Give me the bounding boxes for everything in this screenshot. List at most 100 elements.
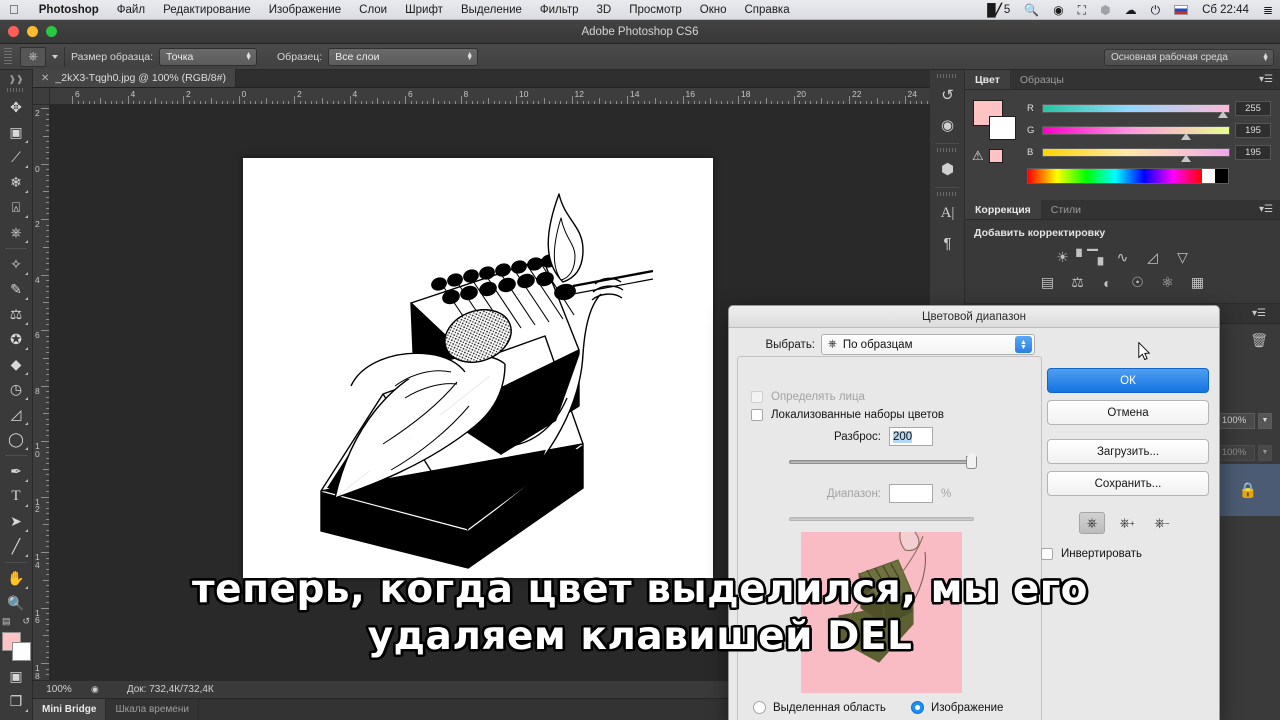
eyedropper-add-icon[interactable]: ⎈+ [1114,512,1140,534]
workspace-selector[interactable]: Основная рабочая среда ▲▼ [1104,49,1274,66]
out-of-gamut-warning-icon[interactable]: ⚠ [972,148,1003,164]
russian-flag-icon[interactable] [1167,5,1195,15]
menu-type[interactable]: Шрифт [396,4,452,16]
panel-menu-icon[interactable]: ▾☰ [1252,70,1280,89]
siri-icon[interactable]: ◉ [1046,4,1070,16]
screen-mode-icon[interactable]: ❐ [3,689,30,714]
clone-stamp-tool[interactable]: ⚖ [3,302,30,327]
load-button-inner[interactable]: Загрузить... [1047,439,1209,464]
apple-icon[interactable]:  [0,3,30,16]
document-tab[interactable]: ✕ _2kX3-Tqgh0.jpg @ 100% (RGB/8#) [33,69,236,87]
eyedropper-subtract-icon[interactable]: ⎈− [1149,512,1175,534]
channel-slider-knob[interactable] [1181,133,1191,140]
notification-center-icon[interactable]: ≣ [1256,4,1280,16]
radio-selection-row[interactable]: Выделенная область [753,701,886,714]
dodge-tool[interactable]: ◯ [3,427,30,452]
eyedropper-tool[interactable]: ⎈ [3,220,30,245]
save-button-inner[interactable]: Сохранить... [1047,471,1209,496]
airplay-icon[interactable]: ⛶ [1071,4,1093,16]
pen-tool[interactable]: ✒ [3,459,30,484]
toolbar-grip[interactable] [7,88,25,92]
chevron-updown-icon[interactable]: ▲▼ [1015,336,1032,353]
swap-colors-icon[interactable]: ↺ [22,616,30,627]
channel-slider-knob[interactable] [1218,111,1228,118]
color-swatches[interactable] [2,632,30,660]
menu-bar-clock[interactable]: Сб 22:44 [1195,4,1256,16]
zoom-level[interactable]: 100% [33,684,85,695]
localized-color-clusters-row[interactable]: Локализованные наборы цветов [751,409,944,421]
minimize-window-button[interactable] [27,26,38,37]
sample-select[interactable]: Все слои ▲▼ [328,48,478,66]
eyedropper-sample-icon[interactable]: ⎈ [1079,512,1105,534]
color-lookup-icon[interactable]: ▦ [1187,273,1208,292]
chevron-left-icon[interactable]: ◉ [85,684,105,695]
menu-select[interactable]: Выделение [452,4,531,16]
channel-value-g[interactable]: 195 [1235,123,1271,138]
default-colors-icon[interactable]: ▤ [2,616,11,627]
panel-menu-icon[interactable]: ▾☰ [1245,308,1273,319]
localized-color-clusters-checkbox[interactable] [751,409,763,421]
black-swatch[interactable] [1215,169,1228,183]
tab-swatches[interactable]: Образцы [1010,70,1074,89]
eraser-tool[interactable]: ◆ [3,352,30,377]
menu-edit[interactable]: Редактирование [154,4,260,16]
close-icon[interactable]: ✕ [41,73,49,84]
dock-grip[interactable] [937,74,957,78]
brightness-contrast-icon[interactable]: ☀ [1052,248,1073,267]
options-bar-grip[interactable] [4,48,12,66]
select-dropdown[interactable]: ⎈ По образцам ▲▼ [821,334,1035,355]
color-balance-icon[interactable]: ⚖ [1067,273,1088,292]
dock-grip[interactable] [937,192,957,196]
menu-image[interactable]: Изображение [260,4,350,16]
save-button[interactable]: Сохранить... [1047,471,1209,496]
quick-mask-icon[interactable]: ▣ [3,664,30,689]
3d-panel-icon[interactable]: ⬢ [930,154,965,184]
move-tool[interactable]: ✥ [3,95,30,120]
color-range-dialog[interactable]: Цветовой диапазон Выбрать: ⎈ По образцам… [728,305,1220,720]
fuzziness-input[interactable]: 200 [889,427,933,446]
channel-mixer-icon[interactable]: ⚛ [1157,273,1178,292]
ok-button-inner[interactable]: ОК [1047,368,1209,393]
vertical-ruler[interactable]: 2024681 01 21 41 61 8 [33,105,50,680]
menu-3d[interactable]: 3D [588,4,621,16]
dock-grip[interactable] [937,148,957,152]
zoom-tool[interactable]: 🔍 [3,591,30,616]
eyedropper-icon[interactable]: ⎈ [20,47,46,67]
healing-brush-tool[interactable]: ✧ [3,252,30,277]
photo-filter-icon[interactable]: ☉ [1127,273,1148,292]
sample-size-select[interactable]: Точка ▲▼ [159,48,257,66]
menu-app-name[interactable]: Photoshop [30,4,108,16]
channel-slider-g[interactable] [1042,126,1230,135]
channel-value-b[interactable]: 195 [1235,145,1271,160]
tool-preset-chevron-down-icon[interactable] [52,55,58,59]
brush-tool[interactable]: ✎ [3,277,30,302]
background-color-swatch[interactable] [12,642,31,661]
artboard[interactable] [243,158,713,578]
background-color-swatch[interactable] [989,116,1016,140]
hand-tool[interactable]: ✋ [3,566,30,591]
quick-selection-tool[interactable]: ❄ [3,170,30,195]
photoshop-menu-extra[interactable]: █╱ 5 [980,3,1017,17]
invert-checkbox[interactable] [1041,548,1053,560]
character-panel-icon[interactable]: A| [930,198,965,228]
exposure-icon[interactable]: ◿ [1142,248,1163,267]
line-tool[interactable]: ╱ [3,534,30,559]
battery-icon[interactable]: ⏻ [1144,4,1168,16]
ruler-corner[interactable] [33,88,50,105]
menu-help[interactable]: Справка [736,4,799,16]
gamut-substitute-swatch[interactable] [989,149,1003,163]
horizontal-ruler[interactable]: 642024681012141618202224 [50,88,930,105]
properties-panel-icon[interactable]: ◉ [930,110,965,140]
paragraph-panel-icon[interactable]: ¶ [930,228,965,258]
menu-file[interactable]: Файл [108,4,154,16]
wifi-icon[interactable]: ☁ [1118,4,1144,16]
close-window-button[interactable] [8,26,19,37]
panel-menu-icon[interactable]: ▾☰ [1252,200,1280,219]
channel-slider-knob[interactable] [1181,155,1191,162]
gradient-tool[interactable]: ◷ [3,377,30,402]
cancel-button[interactable]: Отмена [1047,400,1209,425]
menu-layers[interactable]: Слои [350,4,396,16]
layer-row-selected[interactable]: 🔒 [1216,464,1280,516]
menu-filter[interactable]: Фильтр [531,4,588,16]
path-selection-tool[interactable]: ➤ [3,509,30,534]
